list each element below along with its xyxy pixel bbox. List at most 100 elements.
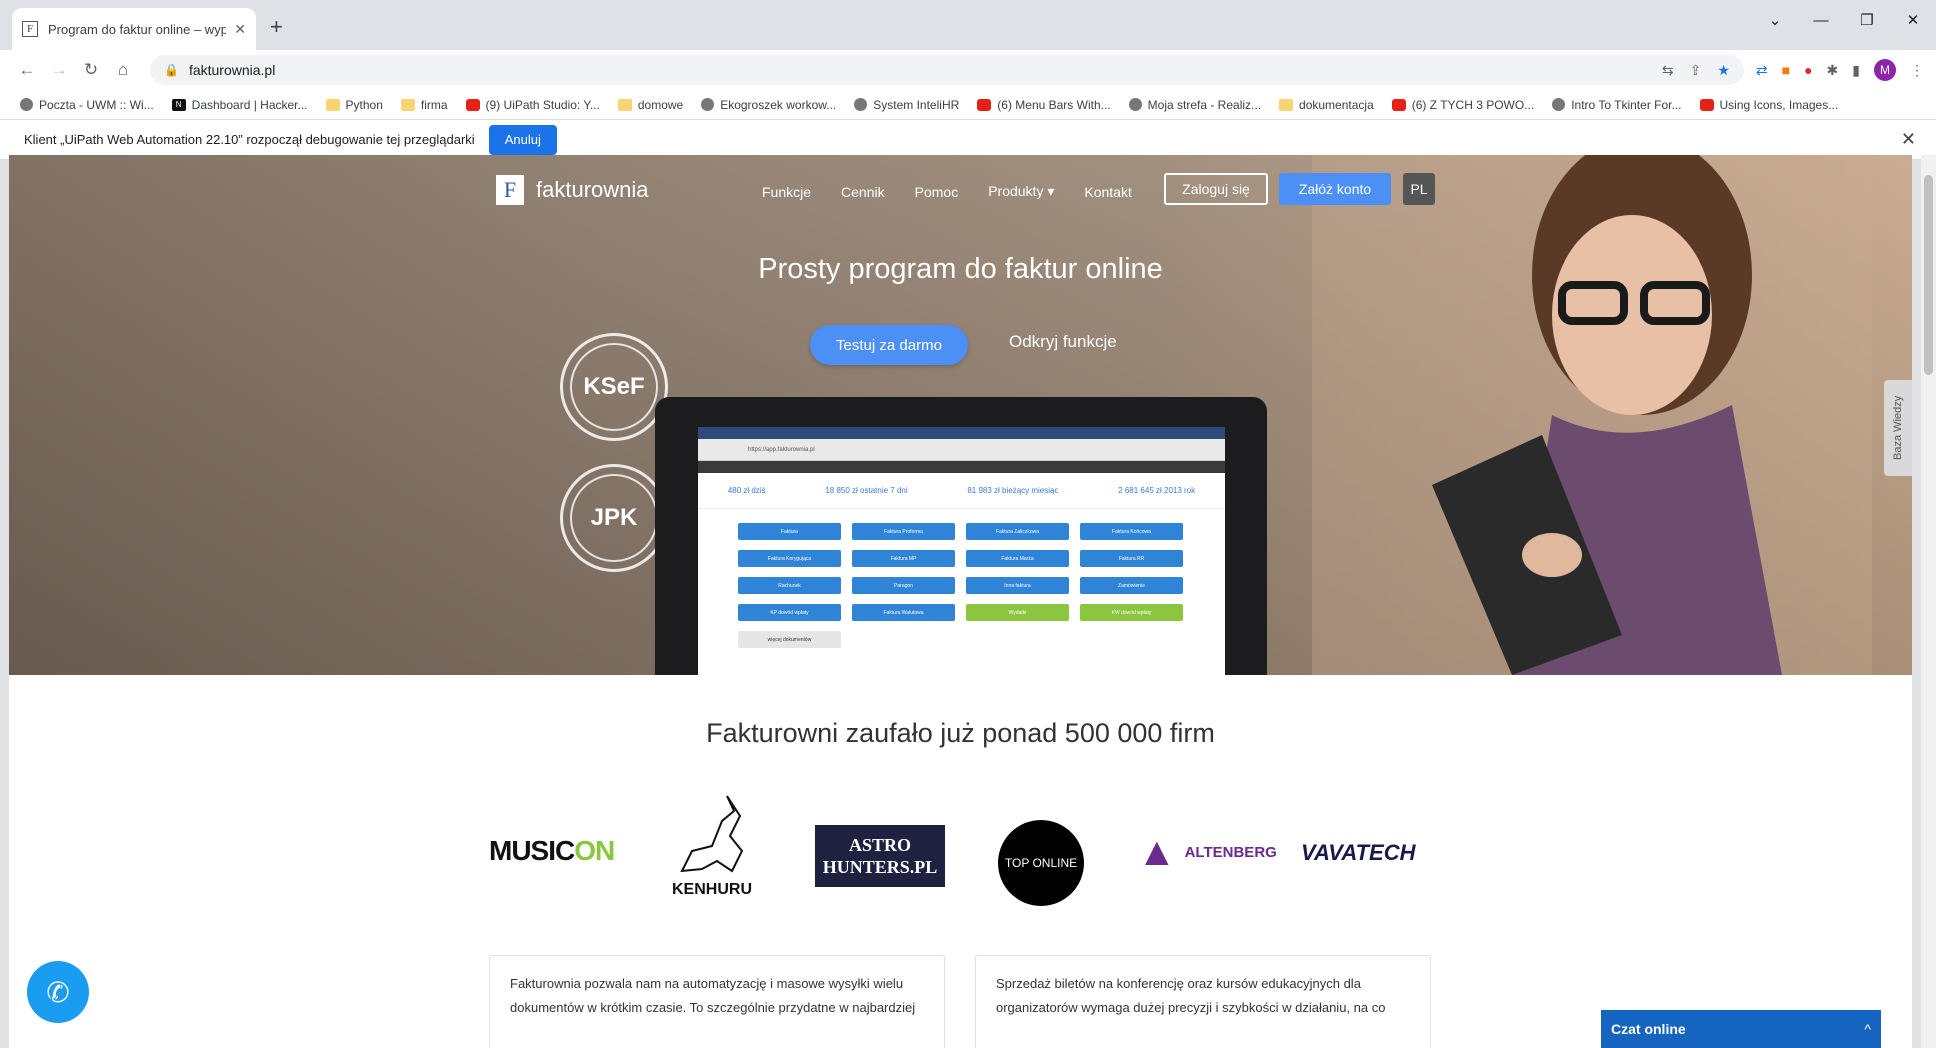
bookmark-item[interactable]: Using Icons, Images...	[1699, 97, 1839, 112]
astrohunters-logo: ASTRO HUNTERS.PL	[815, 825, 945, 887]
tab-search-icon[interactable]: ⌄	[1752, 0, 1798, 40]
tab-close-icon[interactable]: ✕	[234, 21, 246, 38]
preview-navbar	[698, 461, 1225, 473]
bookmark-item[interactable]: (9) UiPath Studio: Y...	[465, 97, 600, 112]
hero-woman-photo	[1312, 155, 1872, 675]
language-button[interactable]: PL	[1403, 173, 1435, 205]
musicon-a: MUSIC	[489, 835, 575, 866]
preview-doc-button: KP dowód wpłaty	[738, 604, 841, 621]
preview-doc-button: Wydatki	[966, 604, 1069, 621]
knowledge-base-tab[interactable]: Baza Wiedzy	[1884, 380, 1912, 476]
preview-doc-button: Faktura Walutowa	[852, 604, 955, 621]
active-tab[interactable]: F Program do faktur online – wyp ✕	[12, 8, 256, 50]
discover-features-link[interactable]: Odkryj funkcje	[1009, 332, 1117, 352]
close-window-button[interactable]: ✕	[1890, 0, 1936, 40]
maximize-button[interactable]: ❐	[1844, 0, 1890, 40]
forward-icon[interactable]: →	[44, 60, 74, 80]
bookmark-item[interactable]: domowe	[617, 98, 683, 112]
chat-widget[interactable]: Czat online ^	[1601, 1010, 1881, 1048]
bookmark-label: Intro To Tkinter For...	[1571, 97, 1682, 112]
musicon-b: ON	[574, 835, 615, 866]
preview-stat: 81 983 zł bieżący miesiąc	[967, 486, 1059, 495]
bookmark-item[interactable]: (6) Menu Bars With...	[977, 98, 1111, 112]
bookmark-label: (6) Z TYCH 3 POWO...	[1411, 97, 1535, 112]
reload-icon[interactable]: ↻	[76, 60, 106, 80]
fold-icon	[325, 98, 340, 111]
fold-icon	[400, 98, 415, 111]
extensions-puzzle-icon[interactable]: ✱	[1827, 62, 1839, 79]
bookmark-label: (9) UiPath Studio: Y...	[485, 97, 600, 112]
laptop-mockup: https://app.fakturownia.pl 480 zł dziś 1…	[655, 397, 1267, 675]
bookmark-item[interactable]: dokumentacja	[1279, 98, 1374, 112]
new-tab-button[interactable]: +	[270, 14, 283, 40]
nav-produkty[interactable]: Produkty ▾	[988, 183, 1054, 200]
bookmark-star-icon[interactable]: ★	[1717, 62, 1730, 79]
try-free-button[interactable]: Testuj za darmo	[810, 325, 968, 365]
vavatech-logo: VAVATECH	[1301, 840, 1416, 865]
yt-icon	[1391, 98, 1406, 111]
preview-doc-button: Faktura Zaliczkowa	[966, 523, 1069, 540]
profile-avatar[interactable]: M	[1874, 59, 1896, 81]
address-bar[interactable]: 🔒 fakturownia.pl ⇆ ⇪ ★	[150, 55, 1744, 85]
translate-icon[interactable]: ⇆	[1662, 62, 1674, 79]
bookmark-label: Python	[345, 97, 383, 112]
back-icon[interactable]: ←	[12, 60, 42, 80]
bookmark-item[interactable]: System InteliHR	[854, 98, 959, 112]
bookmark-label: Using Icons, Images...	[1719, 97, 1839, 112]
jpk-badge-label: JPK	[570, 474, 658, 562]
preview-doc-button: Faktura MP	[852, 550, 955, 567]
trust-heading: Fakturowni zaufało już ponad 500 000 fir…	[706, 718, 1215, 748]
hero-headline: Prosty program do faktur online	[758, 253, 1163, 285]
bookmark-item[interactable]: Python	[325, 97, 383, 112]
preview-doc-button: więcej dokumentów	[738, 631, 841, 648]
bookmark-item[interactable]: Moja strefa - Realiz...	[1128, 98, 1261, 112]
bookmark-item[interactable]: Intro To Tkinter For...	[1552, 97, 1682, 112]
astro-line2: HUNTERS.PL	[822, 857, 938, 877]
bookmark-item[interactable]: Poczta - UWM :: Wi...	[20, 98, 154, 112]
fakturownia-logo[interactable]: F fakturownia	[496, 175, 649, 205]
debug-infobar: Klient „UiPath Web Automation 22.10” roz…	[0, 120, 1936, 160]
glob-icon	[1552, 98, 1566, 111]
page-viewport: F fakturownia Funkcje Cennik Pomoc Produ…	[9, 155, 1912, 1048]
share-icon[interactable]: ⇪	[1690, 62, 1702, 79]
login-button[interactable]: Zaloguj się	[1164, 173, 1268, 205]
call-widget-button[interactable]: ✆	[27, 961, 89, 1023]
bookmark-item[interactable]: firma	[400, 98, 448, 112]
nav-pomoc[interactable]: Pomoc	[915, 184, 959, 200]
nav-cennik[interactable]: Cennik	[841, 184, 885, 200]
side-panel-icon[interactable]: ▮	[1852, 62, 1860, 79]
chat-expand-icon[interactable]: ^	[1864, 1021, 1871, 1037]
jpk-badge: JPK	[560, 464, 668, 572]
extension-orange-icon[interactable]: ■	[1782, 62, 1790, 78]
url-text[interactable]: fakturownia.pl	[189, 62, 275, 78]
altenberg-label: ALTENBERG	[1184, 844, 1277, 861]
nav-kontakt[interactable]: Kontakt	[1084, 184, 1131, 200]
bookmark-item[interactable]: (6) Z TYCH 3 POWO...	[1391, 97, 1535, 112]
preview-button-grid: Faktura Faktura Proforma Faktura Zaliczkow…	[738, 523, 1183, 648]
fold-icon	[617, 98, 632, 111]
scrollbar-thumb[interactable]	[1924, 175, 1933, 375]
bookmark-item[interactable]: N Dashboard | Hacker...	[171, 98, 308, 112]
extensions-area: ⇄ ■ ● ✱ ▮ M ⋮	[1756, 59, 1924, 81]
hero-section: F fakturownia Funkcje Cennik Pomoc Produ…	[9, 155, 1912, 675]
bookmark-item[interactable]: Ekogroszek workow...	[701, 98, 836, 112]
lock-icon[interactable]: 🔒	[164, 63, 179, 77]
menu-kebab-icon[interactable]: ⋮	[1910, 62, 1924, 79]
page-scrollbar[interactable]	[1921, 155, 1936, 1048]
cancel-debug-button[interactable]: Anuluj	[488, 124, 557, 155]
preview-stats: 480 zł dziś 18 850 zł ostatnie 7 dni 81 …	[698, 473, 1225, 509]
bookmark-label: Poczta - UWM :: Wi...	[39, 97, 154, 112]
minimize-button[interactable]: —	[1798, 0, 1844, 40]
extension-translate-icon[interactable]: ⇄	[1756, 62, 1768, 79]
bookmarks-bar: Poczta - UWM :: Wi... N Dashboard | Hacker…	[0, 90, 1936, 120]
preview-stat: 2 681 645 zł 2013 rok	[1118, 486, 1196, 495]
preview-doc-button: KW dowód wpłaty	[1080, 604, 1183, 621]
nav-funkcje[interactable]: Funkcje	[762, 184, 811, 200]
infobar-close-icon[interactable]: ✕	[1901, 129, 1916, 150]
extension-adblock-icon[interactable]: ●	[1804, 62, 1812, 78]
home-icon[interactable]: ⌂	[108, 60, 138, 80]
signup-button[interactable]: Załóż konto	[1279, 173, 1391, 205]
tab-title: Program do faktur online – wyp	[48, 21, 227, 37]
testimonial-card: Fakturownia pozwala nam na automatyzację…	[489, 955, 945, 1048]
infobar-message: Klient „UiPath Web Automation 22.10” roz…	[24, 132, 475, 147]
